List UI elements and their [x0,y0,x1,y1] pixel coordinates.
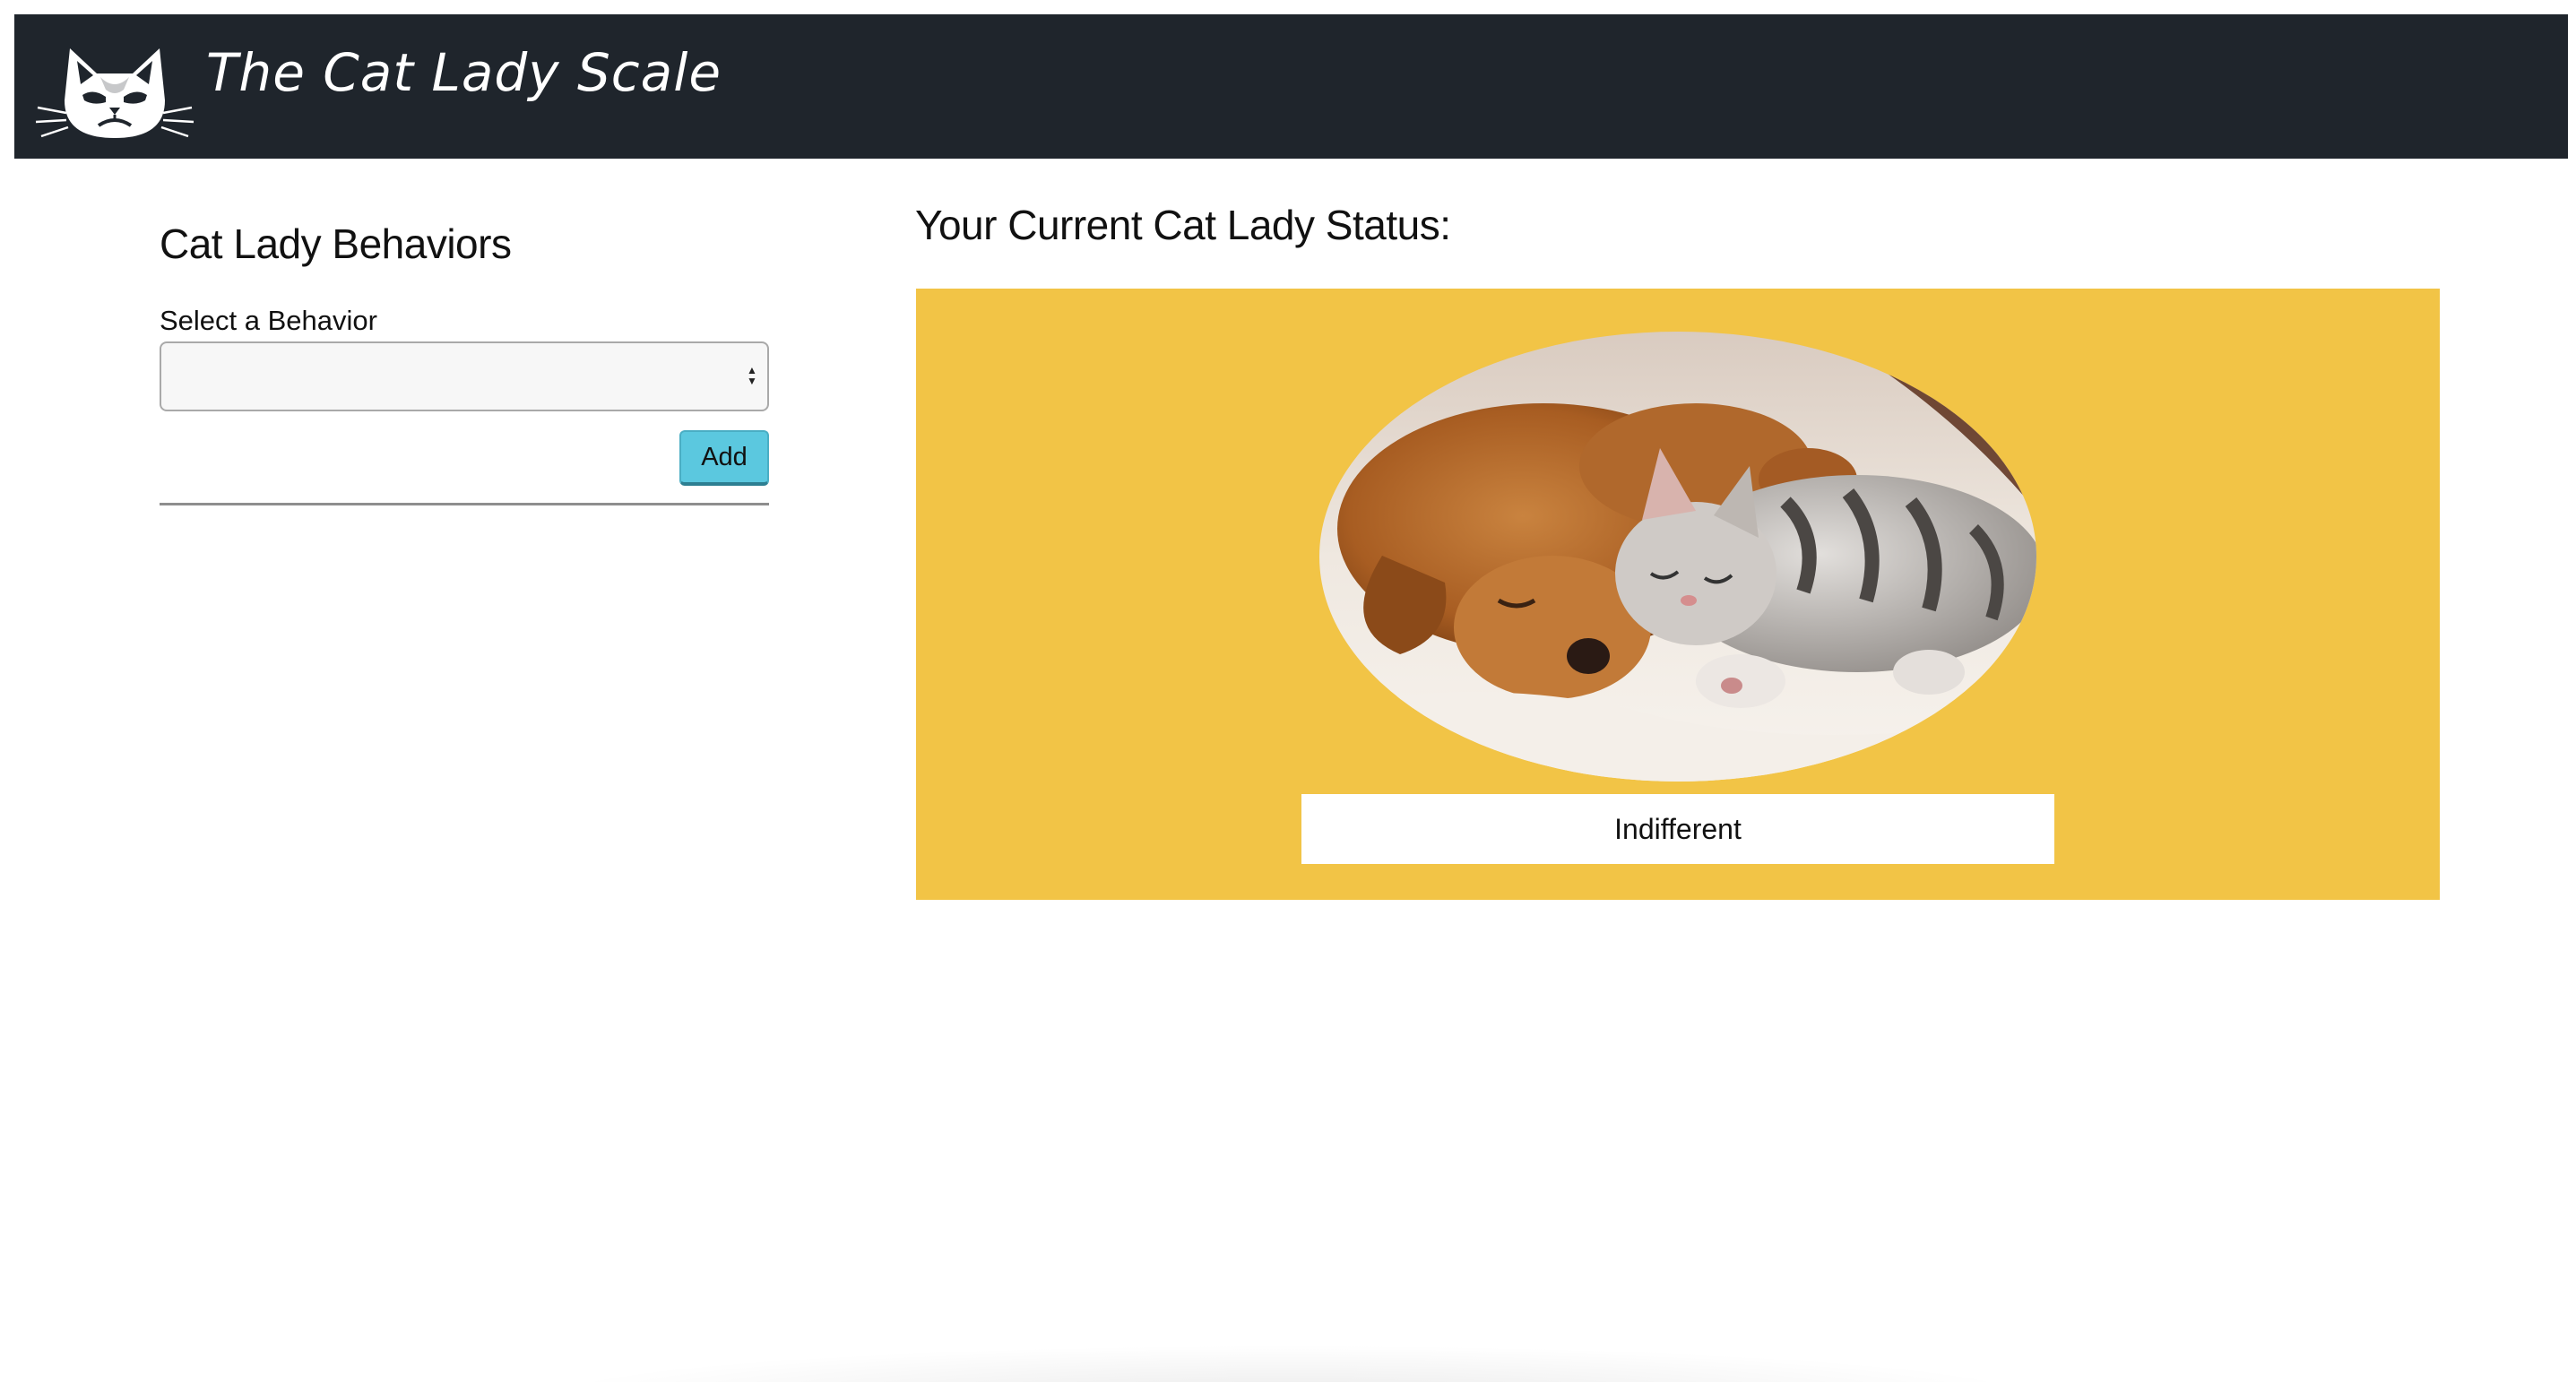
bottom-shadow [529,1344,2053,1382]
status-level: Indifferent [1301,794,2054,864]
select-arrows-icon: ▲ ▼ [747,364,757,387]
status-heading: Your Current Cat Lady Status: [915,202,1451,248]
behavior-select[interactable]: ▲ ▼ [160,341,769,411]
behaviors-heading: Cat Lady Behaviors [160,220,512,267]
puppy-kitten-photo [1319,332,2036,782]
navbar: The Cat Lady Scale [14,14,2568,159]
add-button[interactable]: Add [679,430,769,486]
divider [160,503,769,505]
behavior-select-label: Select a Behavior [160,305,377,336]
status-panel: Indifferent [916,289,2440,900]
brand-title[interactable]: The Cat Lady Scale [206,47,722,99]
grumpy-cat-icon[interactable] [34,38,195,145]
page: The Cat Lady Scale Cat Lady Behaviors Se… [0,0,2576,1382]
